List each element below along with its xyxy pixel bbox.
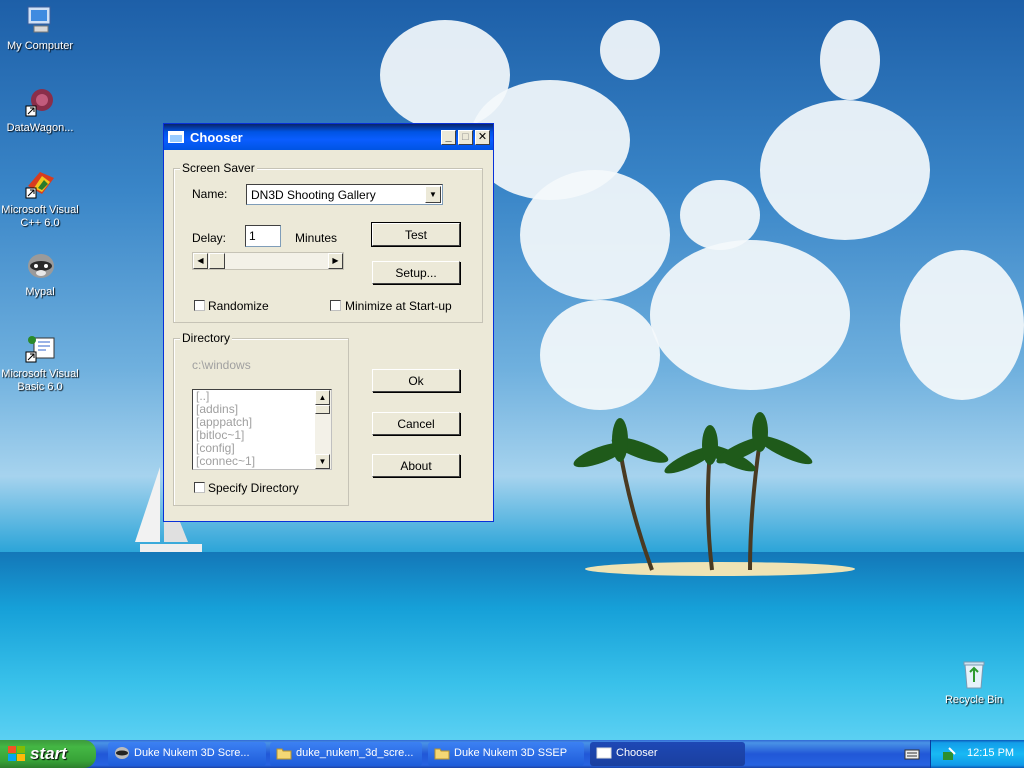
window-title: Chooser xyxy=(190,129,243,145)
desktop-icon-visual-basic[interactable]: Microsoft Visual Basic 6.0 xyxy=(0,332,80,394)
specify-directory-checkbox[interactable] xyxy=(194,482,205,493)
minimize-button[interactable]: _ xyxy=(441,129,456,145)
minimize-label: Minimize at Start-up xyxy=(345,299,452,313)
safely-remove-icon[interactable] xyxy=(941,746,957,762)
delay-scroll-thumb[interactable] xyxy=(209,253,225,269)
scroll-down-icon[interactable]: ▼ xyxy=(315,454,330,469)
desktop-icon-label: My Computer xyxy=(6,40,74,52)
ocean xyxy=(0,552,1024,740)
window-icon xyxy=(596,747,612,759)
scroll-left-icon[interactable]: ◀ xyxy=(193,253,208,269)
desktop-icon-my-computer[interactable]: My Computer xyxy=(0,4,80,53)
taskbar-item-label: Duke Nukem 3D Scre... xyxy=(134,747,250,759)
taskbar: start Duke Nukem 3D Scre... duke_nukem_3… xyxy=(0,740,1024,768)
directory-path: c:\windows xyxy=(192,358,251,372)
taskbar-item-label: Chooser xyxy=(616,747,658,759)
directory-scroll-thumb[interactable] xyxy=(315,405,330,414)
close-button[interactable]: ✕ xyxy=(475,129,490,145)
desktop-icon-label: DataWagon... xyxy=(6,122,74,134)
test-button[interactable]: Test xyxy=(372,223,460,246)
desktop-icon-label: Recycle Bin xyxy=(944,694,1004,706)
visual-cpp-icon xyxy=(24,168,56,200)
taskbar-item-label: duke_nukem_3d_scre... xyxy=(296,747,414,759)
screen-saver-group-title: Screen Saver xyxy=(180,161,257,175)
visual-basic-icon xyxy=(24,332,56,364)
windows-flag-icon xyxy=(8,746,26,762)
desktop-icon-recycle-bin[interactable]: Recycle Bin xyxy=(934,658,1014,707)
delay-value: 1 xyxy=(249,229,256,243)
maximize-button: □ xyxy=(458,129,473,145)
directory-group-title: Directory xyxy=(180,331,233,345)
folder-icon xyxy=(276,748,292,760)
chooser-window: Chooser _ □ ✕ Screen Saver Name: DN3D Sh… xyxy=(163,123,494,522)
raccoon-icon xyxy=(24,250,56,282)
list-item[interactable]: [connec~1] xyxy=(196,455,255,468)
delay-unit-label: Minutes xyxy=(295,231,338,245)
cancel-button[interactable]: Cancel xyxy=(372,412,460,435)
desktop-icon-label: Microsoft Visual Basic 6.0 xyxy=(1,368,79,393)
taskbar-item-duke-folder[interactable]: duke_nukem_3d_scre... xyxy=(270,742,422,766)
minimize-checkbox[interactable] xyxy=(330,300,341,311)
setup-button[interactable]: Setup... xyxy=(372,261,460,284)
chevron-down-icon[interactable]: ▼ xyxy=(425,186,441,203)
specify-directory-label: Specify Directory xyxy=(208,481,299,495)
desktop-icon-datawagon[interactable]: DataWagon... xyxy=(0,86,80,135)
title-bar[interactable]: Chooser _ □ ✕ xyxy=(164,124,493,150)
raccoon-icon xyxy=(115,747,129,759)
start-button[interactable]: start xyxy=(0,740,96,768)
clock[interactable]: 12:15 PM xyxy=(967,747,1014,759)
screen-saver-name-select[interactable]: DN3D Shooting Gallery ▼ xyxy=(246,184,443,205)
folder-icon xyxy=(434,748,450,760)
randomize-label: Randomize xyxy=(208,299,269,313)
directory-listbox[interactable]: [..] [addins] [apppatch] [bitloc~1] [con… xyxy=(192,389,332,470)
computer-icon xyxy=(24,4,56,36)
taskbar-item-duke-ssep[interactable]: Duke Nukem 3D SSEP xyxy=(428,742,584,766)
taskbar-item-label: Duke Nukem 3D SSEP xyxy=(454,747,568,759)
randomize-checkbox[interactable] xyxy=(194,300,205,311)
system-tray: 12:15 PM xyxy=(930,740,1024,768)
start-label: start xyxy=(30,744,67,763)
keyboard-icon[interactable] xyxy=(904,747,920,761)
window-app-icon xyxy=(168,131,184,143)
desktop-icon-label: Microsoft Visual C++ 6.0 xyxy=(1,204,79,229)
scroll-right-icon[interactable]: ▶ xyxy=(328,253,343,269)
desktop-icon-label: Mypal xyxy=(25,286,55,298)
ok-button[interactable]: Ok xyxy=(372,369,460,392)
about-button[interactable]: About xyxy=(372,454,460,477)
desktop-wallpaper xyxy=(0,0,1024,740)
delay-slider-scrollbar[interactable]: ◀ ▶ xyxy=(192,252,344,270)
directory-scrollbar[interactable]: ▲ ▼ xyxy=(315,390,331,469)
recycle-bin-icon xyxy=(958,658,990,690)
desktop-icon-mypal[interactable]: Mypal xyxy=(0,250,80,299)
delay-label: Delay: xyxy=(192,231,227,245)
taskbar-item-duke-screensaver[interactable]: Duke Nukem 3D Scre... xyxy=(108,742,266,766)
desktop-icon-visual-cpp[interactable]: Microsoft Visual C++ 6.0 xyxy=(0,168,80,230)
datawagon-icon xyxy=(24,86,56,118)
delay-input[interactable]: 1 xyxy=(245,225,281,247)
name-label: Name: xyxy=(192,187,228,201)
taskbar-item-chooser[interactable]: Chooser xyxy=(590,742,745,766)
palm-trees xyxy=(573,412,813,571)
scroll-up-icon[interactable]: ▲ xyxy=(315,390,330,405)
screen-saver-name-value: DN3D Shooting Gallery xyxy=(251,188,376,202)
